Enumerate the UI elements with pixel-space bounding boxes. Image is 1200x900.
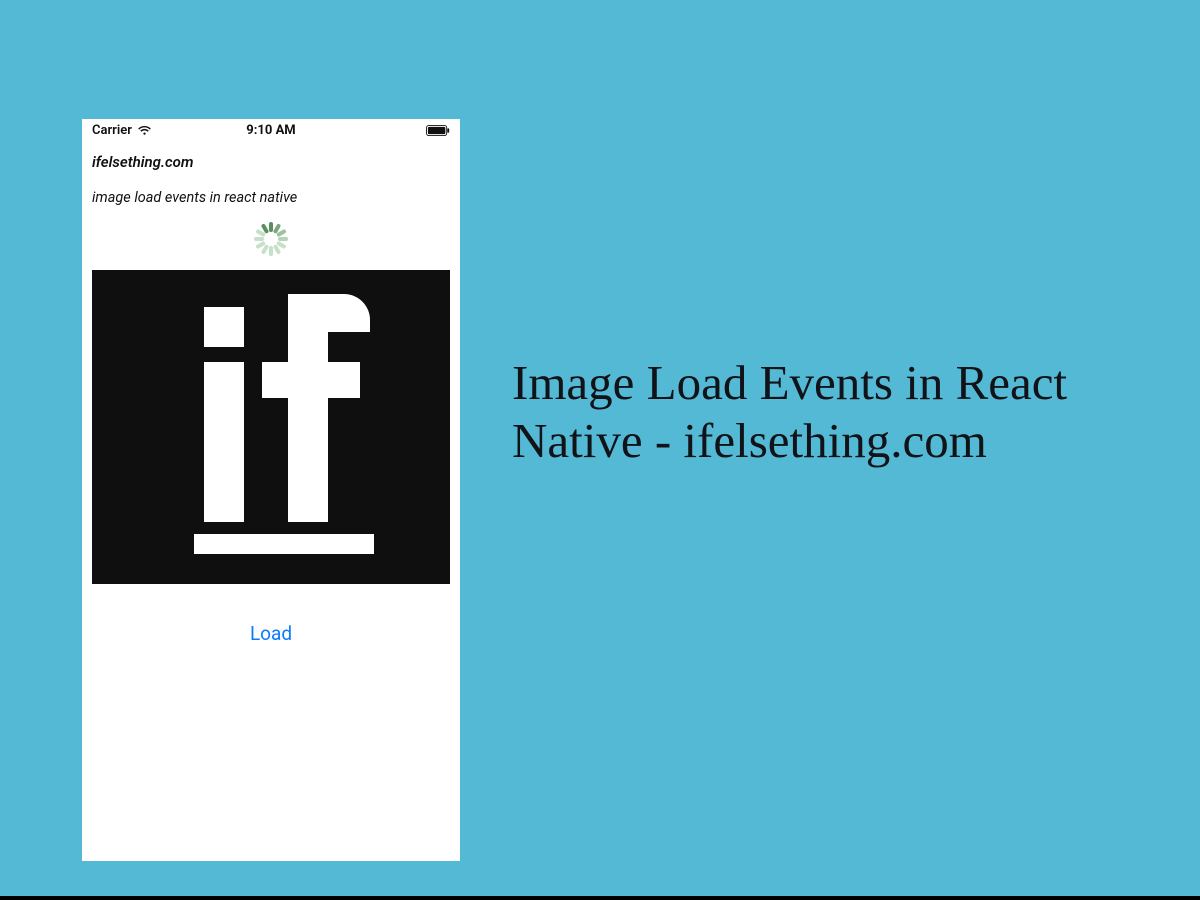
if-logo-i-stem	[204, 362, 244, 522]
load-button[interactable]: Load	[92, 622, 450, 645]
phone-mockup: Carrier 9:10 AM	[82, 119, 460, 861]
slide-headline: Image Load Events in React Native - ifel…	[512, 354, 1152, 470]
status-bar: Carrier 9:10 AM	[82, 119, 460, 141]
if-logo-f-top	[324, 294, 370, 332]
if-logo-f-cross	[262, 362, 360, 398]
site-label: ifelsething.com	[92, 153, 450, 171]
if-logo-underline	[194, 534, 374, 554]
image-preview	[92, 270, 450, 584]
if-logo-f-stem	[288, 294, 328, 522]
loading-spinner-icon	[254, 222, 288, 256]
clock-label: 9:10 AM	[82, 123, 460, 138]
spinner-wrap	[92, 222, 450, 256]
if-logo-i-dot	[204, 307, 244, 347]
slide-canvas: Carrier 9:10 AM	[0, 0, 1200, 896]
app-body: ifelsething.com image load events in rea…	[82, 141, 460, 861]
subtitle-label: image load events in react native	[92, 189, 450, 206]
